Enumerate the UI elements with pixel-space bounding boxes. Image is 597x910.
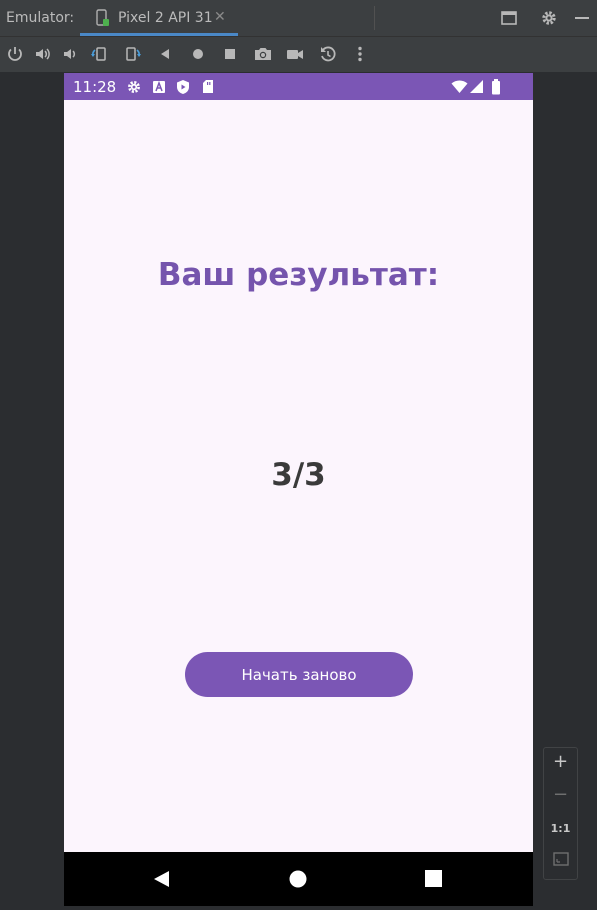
screenshot-icon[interactable]: [254, 45, 272, 63]
tab-pixel-2-api-31[interactable]: Pixel 2 API 31 ✕: [80, 0, 238, 36]
zoom-actual-size-button[interactable]: 1:1: [544, 822, 577, 835]
power-icon[interactable]: [6, 45, 24, 63]
battery-icon: [491, 79, 501, 99]
rotate-right-icon[interactable]: [124, 45, 142, 63]
home-icon[interactable]: [189, 45, 207, 63]
device-screen[interactable]: 11:28 Ваш результат: 3/3 Начать заново: [64, 73, 533, 906]
zoom-controls: + − 1:1: [543, 747, 578, 880]
nav-recents-icon[interactable]: [425, 870, 442, 891]
overview-icon[interactable]: [221, 45, 239, 63]
status-time: 11:28: [73, 78, 117, 96]
rotate-left-icon[interactable]: [90, 45, 108, 63]
nav-home-icon[interactable]: [289, 870, 307, 892]
settings-icon[interactable]: [540, 9, 558, 31]
zoom-out-button[interactable]: −: [544, 784, 577, 805]
tab-divider: [374, 6, 375, 30]
emulator-toolbar: [0, 37, 597, 72]
zoom-in-button[interactable]: +: [544, 751, 577, 772]
a-icon: [152, 79, 166, 98]
navigation-bar: [64, 852, 533, 906]
volume-up-icon[interactable]: [34, 45, 52, 63]
score-value: 3/3: [271, 457, 326, 493]
volume-down-icon[interactable]: [62, 45, 80, 63]
minimize-icon[interactable]: [574, 9, 590, 31]
close-tab-icon[interactable]: ✕: [214, 9, 226, 25]
tab-title: Pixel 2 API 31: [118, 10, 213, 26]
sd-card-icon: [202, 79, 214, 98]
emulator-label: Emulator:: [6, 10, 75, 26]
nav-back-icon[interactable]: [153, 870, 171, 892]
restore-window-icon[interactable]: [500, 9, 518, 31]
tab-bar: Emulator: Pixel 2 API 31 ✕: [0, 0, 597, 37]
active-tab-indicator: [80, 33, 238, 36]
more-icon[interactable]: [351, 45, 369, 63]
device-icon: [96, 9, 110, 31]
status-bar: 11:28: [64, 73, 533, 100]
result-title: Ваш результат:: [157, 257, 440, 293]
screen-record-icon[interactable]: [286, 45, 304, 63]
emulator-window: Emulator: Pixel 2 API 31 ✕ 11:28 Ваш рез…: [0, 0, 597, 910]
back-icon[interactable]: [156, 45, 174, 63]
snapshot-icon[interactable]: [319, 45, 337, 63]
zoom-fit-icon[interactable]: [544, 851, 577, 872]
shield-play-icon: [176, 79, 190, 99]
signal-icon: [470, 79, 484, 98]
settings-icon: [126, 79, 142, 99]
wifi-icon: [451, 79, 468, 98]
restart-button[interactable]: Начать заново: [185, 652, 413, 697]
